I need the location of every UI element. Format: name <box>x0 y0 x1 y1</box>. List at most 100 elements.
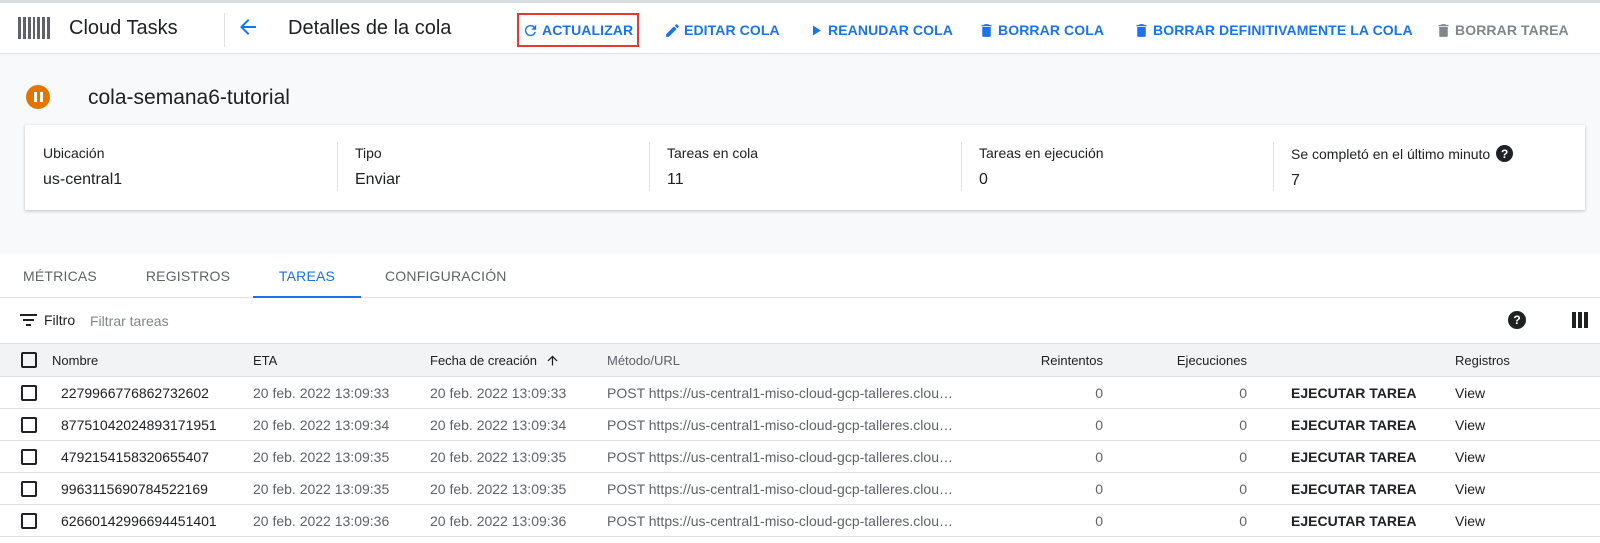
info-label: Se completó en el último minuto <box>1291 145 1491 162</box>
task-eta: 20 feb. 2022 13:09:34 <box>253 416 390 433</box>
view-logs-link[interactable]: View <box>1455 441 1485 472</box>
delete-task-label: BORRAR TAREA <box>1455 22 1569 38</box>
paused-status-icon <box>26 85 50 109</box>
queue-name: cola-semana6-tutorial <box>88 86 290 109</box>
filter-icon[interactable] <box>20 313 37 327</box>
delete-queue-button[interactable]: BORRAR COLA <box>978 13 1104 47</box>
table-row: 9963115690784522169 20 feb. 2022 13:09:3… <box>0 473 1600 505</box>
queue-info-card: Ubicación us-central1 Tipo Enviar Tareas… <box>25 125 1585 210</box>
purge-queue-label: BORRAR DEFINITIVAMENTE LA COLA <box>1153 22 1413 38</box>
run-task-button[interactable]: EJECUTAR TAREA <box>1291 441 1417 472</box>
col-retries[interactable]: Reintentos <box>1000 344 1103 376</box>
task-name[interactable]: 62660142996694451401 <box>61 505 217 536</box>
tab-tasks[interactable]: TAREAS <box>253 255 361 298</box>
task-method-url: POST https://us-central1-miso-cloud-gcp-… <box>607 416 953 433</box>
task-executions: 0 <box>1239 512 1247 529</box>
info-label: Tareas en ejecución <box>979 145 1104 161</box>
task-retries: 0 <box>1095 480 1103 497</box>
info-label: Tareas en cola <box>667 145 759 161</box>
info-label: Tipo <box>355 145 382 161</box>
task-method-url: POST https://us-central1-miso-cloud-gcp-… <box>607 512 953 529</box>
col-executions[interactable]: Ejecuciones <box>1140 344 1247 376</box>
delete-task-button[interactable]: BORRAR TAREA <box>1435 13 1569 47</box>
cloud-tasks-icon[interactable] <box>18 17 51 39</box>
view-logs-link[interactable]: View <box>1455 409 1485 440</box>
task-eta: 20 feb. 2022 13:09:35 <box>253 448 390 465</box>
table-row: 2279966776862732602 20 feb. 2022 13:09:3… <box>0 377 1600 409</box>
col-eta[interactable]: ETA <box>253 344 277 376</box>
row-checkbox[interactable] <box>21 512 37 529</box>
tab-configuration[interactable]: CONFIGURACIÓN <box>385 255 506 298</box>
filter-label: Filtro <box>44 312 76 328</box>
task-created: 20 feb. 2022 13:09:35 <box>430 448 567 465</box>
table-row: 4792154158320655407 20 feb. 2022 13:09:3… <box>0 441 1600 473</box>
col-created-label: Fecha de creación <box>430 352 537 368</box>
task-eta: 20 feb. 2022 13:09:36 <box>253 512 390 529</box>
task-name[interactable]: 87751042024893171951 <box>61 409 217 440</box>
col-method-url[interactable]: Método/URL <box>607 344 680 376</box>
task-retries: 0 <box>1095 448 1103 465</box>
run-task-button[interactable]: EJECUTAR TAREA <box>1291 505 1417 536</box>
task-executions: 0 <box>1239 384 1247 401</box>
row-checkbox[interactable] <box>21 416 37 433</box>
product-title: Cloud Tasks <box>69 17 178 39</box>
table-row: 87751042024893171951 20 feb. 2022 13:09:… <box>0 409 1600 441</box>
view-logs-link[interactable]: View <box>1455 505 1485 536</box>
info-queued-tasks: Tareas en cola 11 <box>649 125 961 210</box>
tab-bar: MÉTRICAS REGISTROS TAREAS CONFIGURACIÓN <box>0 255 1600 298</box>
back-arrow-icon[interactable] <box>236 15 260 39</box>
sort-ascending-icon[interactable] <box>545 353 560 368</box>
top-bar: Cloud Tasks Detalles de la cola ACTUALIZ… <box>0 0 1600 54</box>
task-retries: 0 <box>1095 416 1103 433</box>
view-logs-link[interactable]: View <box>1455 473 1485 504</box>
pencil-icon <box>666 23 679 37</box>
help-icon[interactable]: ? <box>1496 145 1514 162</box>
task-name[interactable]: 4792154158320655407 <box>61 441 209 472</box>
task-executions: 0 <box>1239 416 1247 433</box>
select-all-checkbox[interactable] <box>21 352 37 368</box>
row-checkbox[interactable] <box>21 448 37 465</box>
run-task-button[interactable]: EJECUTAR TAREA <box>1291 377 1417 408</box>
tab-logs[interactable]: REGISTROS <box>144 255 232 298</box>
help-icon[interactable]: ? <box>1508 311 1526 329</box>
task-name[interactable]: 9963115690784522169 <box>61 473 208 504</box>
purge-queue-button[interactable]: BORRAR DEFINITIVAMENTE LA COLA <box>1133 13 1413 47</box>
view-logs-link[interactable]: View <box>1455 377 1485 408</box>
table-header: Nombre ETA Fecha de creación Método/URL … <box>0 344 1600 377</box>
info-value: us-central1 <box>43 171 123 188</box>
task-eta: 20 feb. 2022 13:09:35 <box>253 480 390 497</box>
edit-queue-button[interactable]: EDITAR COLA <box>664 13 780 47</box>
col-name[interactable]: Nombre <box>52 344 98 376</box>
resume-queue-button[interactable]: REANUDAR COLA <box>808 13 953 47</box>
col-logs: Registros <box>1455 352 1510 368</box>
task-method-url: POST https://us-central1-miso-cloud-gcp-… <box>607 384 953 401</box>
delete-queue-label: BORRAR COLA <box>998 22 1105 38</box>
info-value: 0 <box>979 171 988 188</box>
info-value: Enviar <box>355 171 401 188</box>
info-value: 7 <box>1291 172 1300 189</box>
row-checkbox[interactable] <box>21 384 37 401</box>
info-type: Tipo Enviar <box>337 125 649 210</box>
filter-bar: Filtro ? <box>0 298 1600 344</box>
run-task-button[interactable]: EJECUTAR TAREA <box>1291 473 1417 504</box>
play-icon <box>812 25 821 35</box>
info-label-row: Se completó en el último minuto ? <box>1291 145 1585 162</box>
task-executions: 0 <box>1239 448 1247 465</box>
task-created: 20 feb. 2022 13:09:36 <box>430 512 567 529</box>
info-running-tasks: Tareas en ejecución 0 <box>961 125 1273 210</box>
task-method-url: POST https://us-central1-miso-cloud-gcp-… <box>607 448 953 465</box>
task-created: 20 feb. 2022 13:09:35 <box>430 480 567 497</box>
trash-icon <box>981 23 992 37</box>
task-eta: 20 feb. 2022 13:09:33 <box>253 384 390 401</box>
refresh-button[interactable]: ACTUALIZAR <box>517 13 640 47</box>
row-checkbox[interactable] <box>21 480 37 497</box>
refresh-icon <box>524 24 537 36</box>
run-task-button[interactable]: EJECUTAR TAREA <box>1291 409 1417 440</box>
task-name[interactable]: 2279966776862732602 <box>61 377 209 408</box>
filter-input[interactable] <box>90 307 390 335</box>
divider <box>224 13 225 47</box>
task-method-url: POST https://us-central1-miso-cloud-gcp-… <box>607 480 953 497</box>
tab-metrics[interactable]: MÉTRICAS <box>20 255 100 298</box>
column-display-icon[interactable] <box>1572 312 1588 328</box>
col-created[interactable]: Fecha de creación <box>430 344 560 376</box>
